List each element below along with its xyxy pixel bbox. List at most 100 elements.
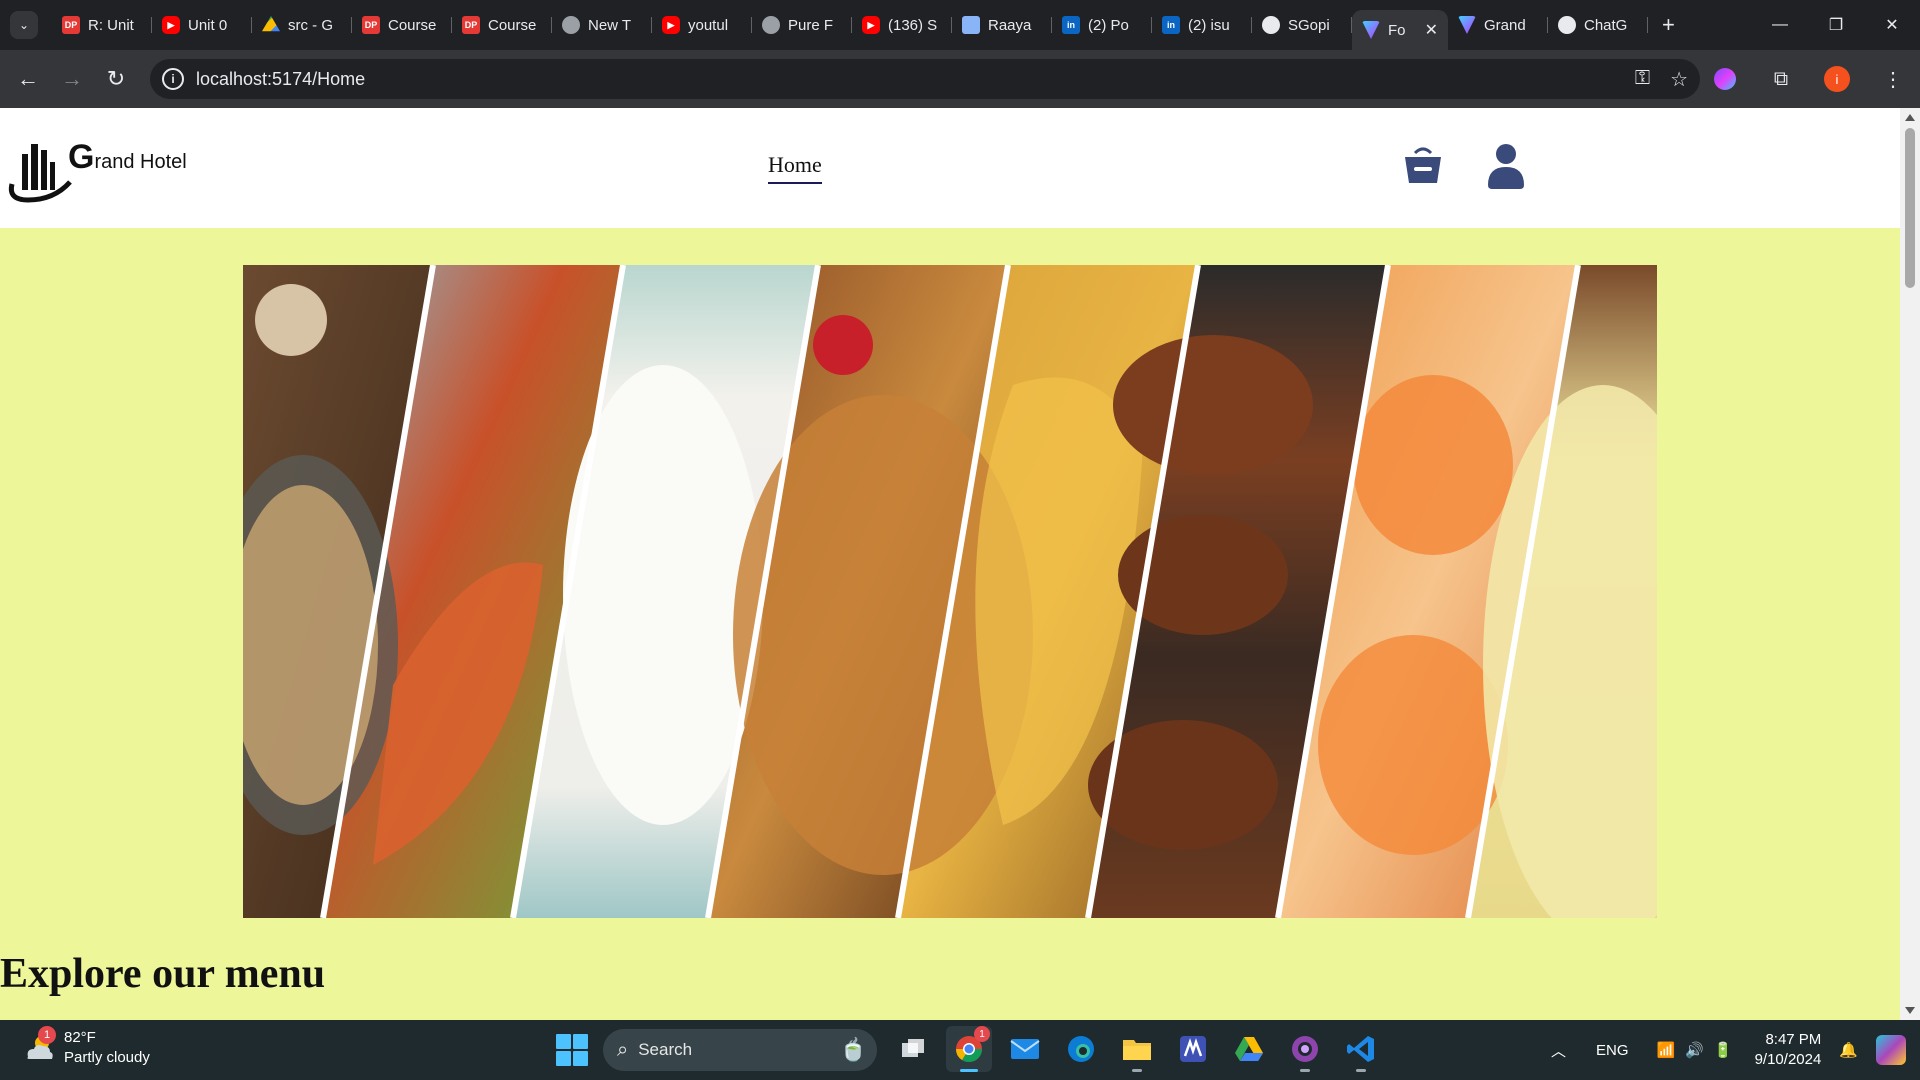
tab-title: Grand bbox=[1484, 16, 1526, 34]
search-icon: ⌕ bbox=[617, 1038, 629, 1061]
windows-taskbar: 1 82°F Partly cloudy ⌕ Search 🍵 1 ︿ ENG … bbox=[0, 1020, 1920, 1080]
taskbar-search[interactable]: ⌕ Search 🍵 bbox=[603, 1029, 877, 1071]
tab-strip: ⌄ DP R: Unit ▶ Unit 0 src - G DP Course DP Cours… bbox=[0, 0, 1920, 50]
start-button[interactable] bbox=[556, 1034, 588, 1066]
tab-title: New T bbox=[588, 16, 632, 34]
drive-icon bbox=[262, 16, 280, 32]
browser-tab[interactable]: DP Course bbox=[452, 8, 552, 42]
battery-icon[interactable]: 🔋 bbox=[1714, 1041, 1733, 1059]
chrome-notification-badge: 1 bbox=[974, 1026, 990, 1042]
basket-icon[interactable] bbox=[1401, 143, 1445, 187]
tab-search-button[interactable]: ⌄ bbox=[10, 11, 38, 39]
scroll-up-icon[interactable] bbox=[1905, 114, 1915, 121]
browser-tab[interactable]: SGopi bbox=[1252, 8, 1352, 42]
browser-tab[interactable]: ▶ Unit 0 bbox=[152, 8, 252, 42]
hotel-logo-icon[interactable] bbox=[4, 132, 76, 204]
dp-icon: DP bbox=[362, 16, 380, 34]
vite-icon bbox=[1458, 16, 1476, 34]
taskbar-apps: 1 bbox=[890, 1026, 1384, 1072]
browser-tab[interactable]: Fo ✕ bbox=[1352, 10, 1448, 50]
search-label: Search bbox=[638, 1040, 693, 1059]
scrollbar-thumb[interactable] bbox=[1905, 128, 1915, 288]
extensions-puzzle-icon[interactable]: ⧉ bbox=[1764, 62, 1798, 96]
vscode-icon[interactable] bbox=[1338, 1026, 1384, 1072]
nav-link-home[interactable]: Home bbox=[768, 152, 822, 184]
tab-title: Pure F bbox=[788, 16, 834, 34]
browser-tab[interactable]: DP Course bbox=[352, 8, 452, 42]
volume-icon[interactable]: 🔊 bbox=[1685, 1041, 1704, 1059]
forward-button[interactable]: → bbox=[50, 57, 94, 101]
globe-icon bbox=[562, 16, 580, 34]
browser-tab[interactable]: ▶ youtul bbox=[652, 8, 752, 42]
address-bar[interactable]: i localhost:5174/Home ⚿ ☆ bbox=[150, 59, 1700, 99]
profile-avatar[interactable]: i bbox=[1820, 62, 1854, 96]
browser-tab[interactable]: ChatG bbox=[1548, 8, 1648, 42]
github-desktop-icon[interactable] bbox=[1282, 1026, 1328, 1072]
brand-name[interactable]: Grand Hotel bbox=[68, 138, 187, 177]
back-button[interactable]: ← bbox=[6, 57, 50, 101]
extension-brain-icon[interactable] bbox=[1708, 62, 1742, 96]
tab-title: Unit 0 bbox=[188, 16, 228, 34]
tab-list: DP R: Unit ▶ Unit 0 src - G DP Course DP Course N… bbox=[52, 0, 1648, 50]
browser-tab[interactable]: Raaya bbox=[952, 8, 1052, 42]
browser-tab[interactable]: in (2) Po bbox=[1052, 8, 1152, 42]
chrome-icon[interactable]: 1 bbox=[946, 1026, 992, 1072]
google-drive-icon[interactable] bbox=[1226, 1026, 1272, 1072]
new-tab-button[interactable]: + bbox=[1662, 12, 1675, 38]
browser-tab[interactable]: in (2) isu bbox=[1152, 8, 1252, 42]
browser-tab[interactable]: ▶ (136) S bbox=[852, 8, 952, 42]
restore-button[interactable]: ❐ bbox=[1808, 0, 1864, 50]
mail-icon[interactable] bbox=[1002, 1026, 1048, 1072]
arrow-left-icon: ← bbox=[17, 66, 39, 91]
close-tab-icon[interactable]: ✕ bbox=[1425, 20, 1438, 40]
chevron-down-icon: ⌄ bbox=[18, 18, 30, 32]
tab-title: Course bbox=[488, 16, 537, 34]
bookmark-star-icon[interactable]: ☆ bbox=[1670, 67, 1688, 92]
browser-tab[interactable]: New T bbox=[552, 8, 652, 42]
weather-description: Partly cloudy bbox=[64, 1049, 150, 1066]
menu-kebab-icon[interactable]: ⋮ bbox=[1876, 62, 1910, 96]
weather-widget[interactable]: 1 82°F Partly cloudy bbox=[22, 1026, 150, 1068]
dp-icon: DP bbox=[462, 16, 480, 34]
weather-alert-badge: 1 bbox=[38, 1026, 56, 1044]
notification-bell-icon[interactable]: 🔔 bbox=[1839, 1041, 1858, 1059]
linkedin-icon: in bbox=[1162, 16, 1180, 34]
site-info-icon[interactable]: i bbox=[162, 68, 184, 90]
browser-toolbar: ← → ↻ i localhost:5174/Home ⚿ ☆ ⧉ i ⋮ bbox=[0, 50, 1920, 108]
edge-icon[interactable] bbox=[1058, 1026, 1104, 1072]
reload-button[interactable]: ↻ bbox=[94, 57, 138, 101]
dp-icon: DP bbox=[62, 16, 80, 34]
browser-tab[interactable]: Grand bbox=[1448, 8, 1548, 42]
arrow-right-icon: → bbox=[61, 66, 83, 91]
app-m-icon[interactable] bbox=[1170, 1026, 1216, 1072]
clock[interactable]: 8:47 PM 9/10/2024 bbox=[1755, 1030, 1822, 1070]
minimize-button[interactable]: — bbox=[1752, 0, 1808, 50]
file-explorer-icon[interactable] bbox=[1114, 1026, 1160, 1072]
wifi-icon[interactable]: 📶 bbox=[1657, 1041, 1676, 1059]
tab-title: ChatG bbox=[1584, 16, 1628, 34]
clock-date: 9/10/2024 bbox=[1754, 1051, 1822, 1068]
page-scrollbar[interactable] bbox=[1900, 108, 1920, 1020]
copilot-icon[interactable] bbox=[1876, 1035, 1906, 1065]
tab-title: SGopi bbox=[1288, 16, 1330, 34]
browser-tab[interactable]: DP R: Unit bbox=[52, 8, 152, 42]
close-window-button[interactable]: ✕ bbox=[1864, 0, 1920, 50]
section-title-explore-menu: Explore our menu bbox=[0, 951, 326, 997]
browser-tab[interactable]: Pure F bbox=[752, 8, 852, 42]
scroll-down-icon[interactable] bbox=[1905, 1007, 1915, 1014]
weather-temperature: 82°F bbox=[64, 1029, 96, 1046]
password-key-icon[interactable]: ⚿ bbox=[1635, 67, 1650, 92]
system-tray: ︿ ENG 📶 🔊 🔋 8:47 PM 9/10/2024 🔔 bbox=[1551, 1020, 1920, 1080]
book-icon bbox=[962, 16, 980, 34]
user-profile-icon[interactable] bbox=[1486, 143, 1526, 189]
chevron-up-icon[interactable]: ︿ bbox=[1551, 1040, 1566, 1061]
language-indicator[interactable]: ENG bbox=[1596, 1042, 1629, 1059]
linkedin-icon: in bbox=[1062, 16, 1080, 34]
task-view-icon[interactable] bbox=[890, 1026, 936, 1072]
search-highlight-icon: 🍵 bbox=[839, 1037, 867, 1062]
browser-tab[interactable]: src - G bbox=[252, 8, 352, 42]
url-text[interactable]: localhost:5174/Home bbox=[196, 69, 365, 90]
tab-title: youtul bbox=[688, 16, 729, 34]
chatgpt-icon bbox=[1558, 16, 1576, 34]
clock-time: 8:47 PM bbox=[1765, 1031, 1822, 1048]
